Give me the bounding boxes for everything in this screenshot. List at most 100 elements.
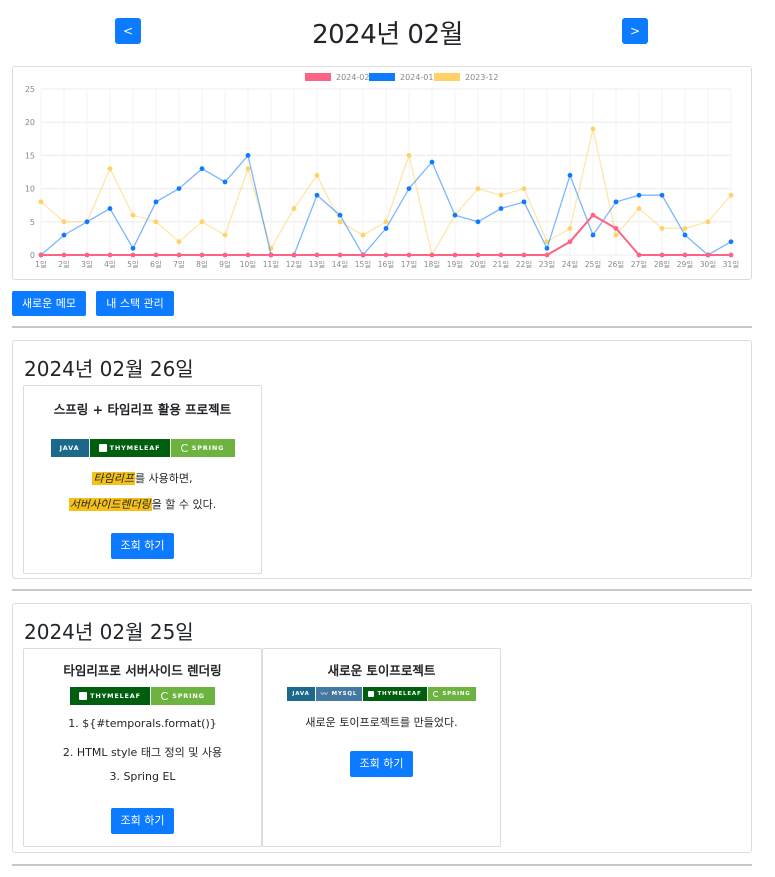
data-point-2023-12 — [61, 219, 67, 225]
legend-swatch — [434, 73, 460, 81]
data-point-2023-12 — [521, 186, 527, 191]
view-memo-button[interactable]: 조회 하기 — [350, 751, 413, 777]
view-memo-button[interactable]: 조회 하기 — [111, 808, 174, 834]
data-point-2024-02 — [728, 252, 734, 258]
manage-stack-button[interactable]: 내 스택 관리 — [96, 291, 174, 316]
data-point-2023-12 — [705, 219, 711, 225]
memo-line: 타임리프를 사용하면, — [92, 472, 193, 485]
data-point-2024-02 — [544, 252, 550, 258]
data-point-2023-12 — [728, 192, 734, 198]
data-point-2023-12 — [38, 199, 44, 205]
data-point-2024-01 — [521, 199, 527, 205]
data-point-2024-02 — [590, 212, 596, 218]
divider — [12, 326, 752, 328]
x-tick-label: 24일 — [562, 260, 579, 269]
x-tick-label: 29일 — [677, 260, 694, 269]
thymeleaf-icon — [368, 691, 375, 697]
data-point-2024-01 — [199, 166, 205, 172]
data-point-2024-02 — [199, 252, 205, 258]
data-point-2024-02 — [498, 252, 504, 258]
y-tick-label: 15 — [25, 151, 35, 160]
legend-swatch — [305, 73, 331, 81]
legend-swatch — [369, 73, 395, 81]
x-tick-label: 21일 — [493, 260, 510, 269]
data-point-2023-12 — [383, 219, 389, 225]
data-point-2023-12 — [613, 232, 619, 238]
thymeleaf-badge: THYMELEAF — [363, 687, 427, 701]
next-month-button[interactable]: > — [622, 18, 648, 44]
data-point-2024-01 — [153, 199, 159, 205]
stack-badges: JAVA 〰 MYSQL THYMELEAF SPRING — [263, 687, 500, 701]
x-tick-label: 25일 — [585, 260, 602, 269]
memo-title: 새로운 토이프로젝트 — [327, 663, 436, 678]
x-tick-label: 9일 — [219, 260, 231, 269]
x-tick-label: 7일 — [173, 260, 185, 269]
spring-leaf-icon — [180, 444, 189, 452]
day-title: 2024년 02월 25일 — [24, 620, 194, 644]
memo-line: 새로운 토이프로젝트를 만들었다. — [305, 716, 458, 729]
data-point-2024-02 — [222, 252, 228, 258]
data-point-2024-01 — [728, 239, 734, 245]
legend-label: 2024-01 — [400, 73, 433, 82]
data-point-2023-12 — [314, 172, 320, 178]
data-point-2023-12 — [107, 166, 113, 172]
data-point-2024-02 — [314, 252, 320, 258]
data-point-2024-01 — [567, 172, 573, 178]
day-section-0226: 2024년 02월 26일 스프링 + 타임리프 활용 프로젝트 JAVA TH… — [12, 340, 752, 579]
data-point-2024-02 — [682, 252, 688, 258]
day-title: 2024년 02월 26일 — [24, 357, 194, 381]
memo-card: 새로운 토이프로젝트 JAVA 〰 MYSQL THYMELEAF SPRING … — [262, 648, 501, 847]
data-point-2024-01 — [682, 232, 688, 238]
data-point-2024-02 — [153, 252, 159, 258]
data-point-2024-01 — [498, 206, 504, 211]
x-tick-label: 3일 — [81, 260, 93, 269]
data-point-2023-12 — [337, 219, 343, 225]
legend-label: 2024-02 — [336, 73, 369, 82]
data-point-2024-01 — [84, 219, 90, 225]
x-tick-label: 27일 — [631, 260, 648, 269]
x-tick-label: 19일 — [447, 260, 464, 269]
data-point-2023-12 — [498, 192, 504, 198]
data-point-2024-01 — [107, 206, 113, 211]
legend-label: 2023-12 — [465, 73, 498, 82]
data-point-2024-01 — [544, 245, 550, 251]
x-tick-label: 30일 — [700, 260, 717, 269]
day-section-0225: 2024년 02월 25일 타임리프로 서버사이드 렌더링 THYMELEAF … — [12, 603, 752, 853]
data-point-2024-01 — [590, 232, 596, 238]
memo-line: 3. Spring EL — [109, 770, 176, 783]
x-tick-label: 5일 — [127, 260, 139, 269]
data-point-2024-01 — [176, 186, 182, 191]
data-point-2024-01 — [406, 186, 412, 191]
month-title: 2024년 02월 — [312, 20, 463, 50]
month-header: < 2024년 02월 > — [0, 0, 775, 62]
data-point-2023-12 — [222, 232, 228, 238]
view-memo-button[interactable]: 조회 하기 — [111, 533, 174, 559]
data-point-2024-02 — [429, 252, 435, 258]
data-point-2024-01 — [429, 159, 435, 165]
x-tick-label: 1일 — [35, 260, 47, 269]
x-tick-label: 11일 — [263, 260, 280, 269]
data-point-2024-02 — [613, 226, 619, 231]
mysql-dolphin-icon: 〰 — [320, 690, 329, 698]
x-tick-label: 15일 — [355, 260, 372, 269]
x-tick-label: 6일 — [150, 260, 162, 269]
x-tick-label: 12일 — [286, 260, 303, 269]
data-point-2023-12 — [475, 186, 481, 191]
data-point-2024-02 — [38, 252, 44, 258]
stack-badges: JAVA THYMELEAF SPRING — [24, 439, 261, 457]
data-point-2023-12 — [130, 212, 136, 218]
data-point-2024-01 — [636, 192, 642, 198]
data-point-2024-02 — [383, 252, 389, 258]
thymeleaf-badge: THYMELEAF — [70, 687, 150, 705]
data-point-2023-12 — [153, 219, 159, 225]
stack-badges: THYMELEAF SPRING — [24, 687, 261, 705]
data-point-2024-02 — [567, 239, 573, 245]
y-tick-label: 0 — [30, 251, 35, 260]
spring-leaf-icon — [161, 692, 170, 700]
data-point-2024-02 — [84, 252, 90, 258]
x-tick-label: 18일 — [424, 260, 441, 269]
new-memo-button[interactable]: 새로운 메모 — [12, 291, 86, 316]
data-point-2024-01 — [61, 232, 67, 238]
data-point-2023-12 — [636, 206, 642, 211]
y-tick-label: 20 — [25, 118, 35, 127]
